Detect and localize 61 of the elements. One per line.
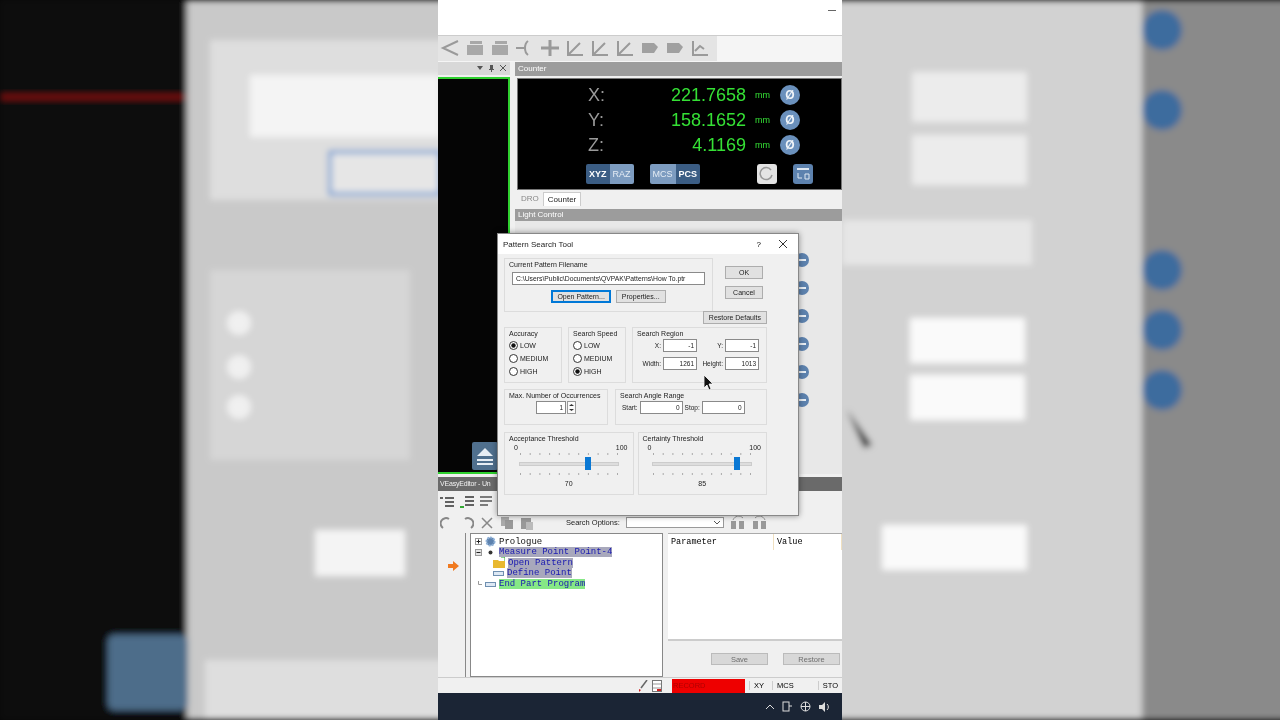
axis-value: 4.1169 [691,134,746,156]
panel-tab[interactable]: Counter [542,191,582,206]
radio-button[interactable] [573,367,582,376]
minimize-icon[interactable] [828,10,836,12]
axis-value: 221.7658 [669,84,746,106]
speaker-icon[interactable] [819,701,830,712]
refresh-icon[interactable] [757,163,777,184]
zero-all-icon[interactable] [793,163,813,184]
radio-button[interactable] [509,367,518,376]
tree-item[interactable]: Prologue [499,536,543,547]
binoculars-icon[interactable] [751,515,768,530]
copy-icon[interactable] [500,515,514,530]
tree-connector [475,580,482,588]
close-icon[interactable] [779,240,787,248]
unit-label: mm [754,140,771,151]
expander-icon[interactable] [475,538,482,546]
folder-icon [493,557,505,569]
indent-icon[interactable] [440,494,454,509]
unit-label: mm [754,90,771,101]
radio-button[interactable] [509,341,518,350]
search-dropdown[interactable] [625,517,724,529]
close-icon[interactable] [500,65,506,72]
axis-label: X: [588,84,606,106]
dialog-title: Pattern Search Tool [503,239,574,249]
chevron-up-icon[interactable] [766,704,774,710]
list-icon[interactable] [480,494,494,509]
expander-icon[interactable] [475,548,482,556]
mode-toggle[interactable]: XYZ [586,163,610,184]
current-line-arrow-icon [448,561,459,572]
slider-thumb[interactable] [733,457,740,470]
tree-item[interactable]: Open Pattern [508,557,573,568]
axis-value: 158.1652 [669,109,746,131]
tree-item[interactable]: Define Point [507,568,572,579]
unit-label: mm [754,115,771,126]
column-header: Parameter [668,534,774,551]
radio-button[interactable] [509,354,518,363]
cursor-icon [704,375,714,390]
globe-icon[interactable] [800,701,811,713]
paste-icon[interactable] [520,515,534,530]
eject-icon[interactable] [472,442,498,471]
binoculars-icon[interactable] [729,515,746,530]
panel-title: Light Control [515,208,842,221]
table-icon[interactable] [652,679,662,692]
scissors-icon[interactable] [480,515,494,530]
indent-icon[interactable] [460,494,474,509]
help-button[interactable]: ? [756,239,761,249]
radio-button[interactable] [573,341,582,350]
dropdown-icon[interactable] [477,66,483,71]
axis-label: Y: [588,109,605,131]
spinner-icon[interactable] [567,401,576,414]
brush-icon[interactable] [638,679,648,692]
tree-item[interactable]: End Part Program [499,579,586,590]
radio-button[interactable] [573,354,582,363]
pin-icon[interactable] [489,64,494,72]
mode-toggle[interactable]: PCS [675,163,701,184]
tree-item[interactable]: Measure Point Point-4 [499,547,613,558]
meeting-icon[interactable] [782,701,792,713]
slider-thumb[interactable] [585,457,592,470]
axis-label: Z: [588,134,605,156]
gear-icon [485,536,496,548]
caret-icon [713,520,720,525]
